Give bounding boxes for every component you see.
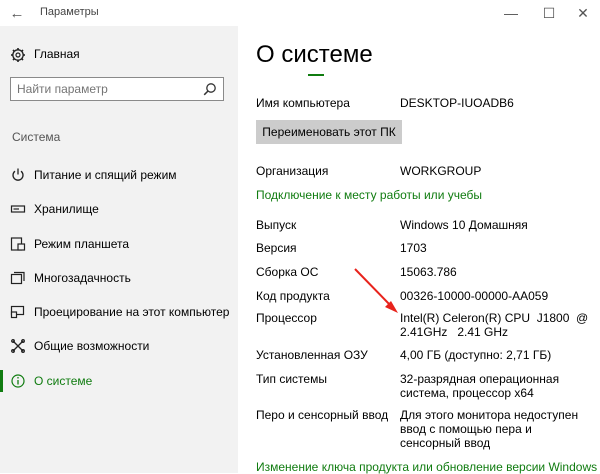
projecting-icon	[10, 306, 25, 319]
sidebar-item-label: Питание и спящий режим	[34, 168, 177, 182]
back-button[interactable]: ←	[0, 0, 34, 26]
sidebar-item-label: Хранилище	[34, 202, 99, 217]
sidebar-item-label: Режим планшета	[34, 236, 130, 251]
gear-icon	[11, 48, 25, 62]
sidebar-item-tablet-mode[interactable]: Режим планшета	[0, 227, 238, 261]
sidebar-item-label: Многозадачность	[34, 270, 131, 285]
sidebar-home[interactable]: Главная	[0, 44, 238, 66]
annotation-arrow-icon	[354, 268, 398, 313]
sidebar-section-label: Система	[12, 130, 61, 144]
search-box[interactable]	[10, 77, 224, 101]
search-input[interactable]	[17, 80, 197, 98]
close-button[interactable]: ✕	[566, 0, 600, 26]
maximize-button[interactable]: ☐	[532, 0, 566, 26]
minimize-icon: —	[504, 5, 518, 21]
search-icon[interactable]	[203, 82, 217, 96]
sidebar-item-label: О системе	[34, 373, 93, 388]
storage-icon	[10, 205, 26, 213]
sidebar-item-shared-experiences[interactable]: Общие возможности	[0, 329, 238, 363]
sidebar-item-projecting[interactable]: Проецирование на этот компьютер	[0, 295, 238, 329]
sidebar-item-label: Общие возможности	[34, 339, 150, 354]
multitasking-icon	[10, 271, 25, 284]
sidebar-home-label: Главная	[34, 47, 80, 61]
sidebar-nav: Питание и спящий режим Хранилище Режим п…	[0, 158, 238, 398]
info-icon	[11, 374, 25, 388]
sidebar: Главная Система Питание и спящий режим Х…	[0, 26, 238, 473]
power-icon	[12, 168, 24, 181]
sidebar-item-label: Проецирование на этот компьютер	[34, 305, 230, 320]
sidebar-item-storage[interactable]: Хранилище	[0, 192, 238, 226]
minimize-button[interactable]: —	[494, 0, 528, 26]
sidebar-item-power-sleep[interactable]: Питание и спящий режим	[0, 158, 238, 192]
main-content: О системе Имя компьютера DESKTOP-IUOADB6…	[238, 26, 600, 474]
shared-experiences-icon	[11, 339, 25, 354]
back-arrow-icon: ←	[9, 4, 25, 22]
active-indicator	[0, 369, 3, 392]
title-bar: ← Параметры — ☐ ✕	[0, 0, 600, 26]
sidebar-item-about[interactable]: О системе	[0, 364, 238, 398]
sidebar-item-multitasking[interactable]: Многозадачность	[0, 261, 238, 295]
close-icon: ✕	[577, 4, 589, 21]
tablet-mode-icon	[10, 236, 26, 251]
window-title: Параметры	[40, 6, 99, 18]
maximize-icon: ☐	[542, 4, 556, 21]
